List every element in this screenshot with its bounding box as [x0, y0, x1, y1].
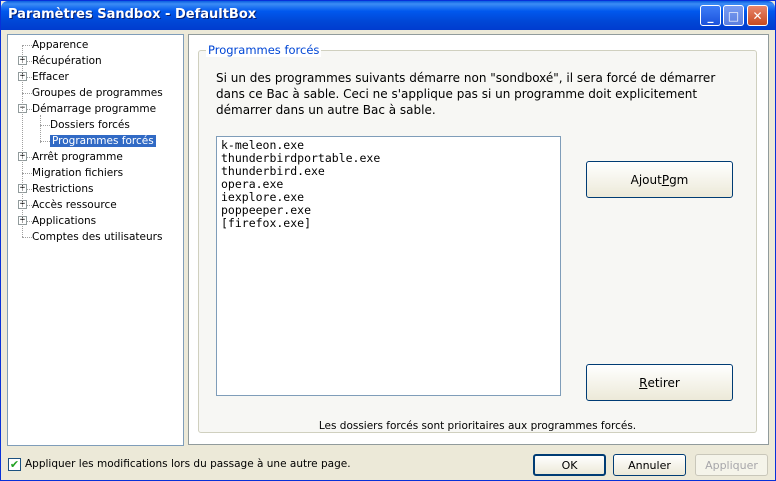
tree-item-label: Effacer — [32, 71, 69, 83]
tree-item[interactable]: Démarrage programme — [32, 101, 156, 117]
window-title: Paramètres Sandbox - DefaultBox — [8, 7, 257, 22]
tree-item-label: Dossiers forcés — [50, 119, 130, 131]
program-list[interactable]: k-meleon.exe thunderbirdportable.exe thund… — [216, 136, 561, 396]
apply-button[interactable]: Appliquer — [695, 454, 768, 476]
apply-on-switch-checkbox[interactable]: ✔ — [8, 458, 21, 471]
footnote-text: Les dossiers forcés sont prioritaires au… — [318, 420, 637, 432]
tree-item[interactable]: Groupes de programmes — [32, 85, 163, 101]
tree-item-label: Arrêt programme — [32, 151, 123, 163]
tree-item[interactable]: Migration fichiers — [32, 165, 123, 181]
cancel-button[interactable]: Annuler — [613, 454, 686, 476]
program-list-item[interactable]: [firefox.exe] — [221, 217, 556, 230]
title-bar[interactable]: Paramètres Sandbox - DefaultBox _ □ ✕ — [1, 1, 775, 30]
tree-connector — [22, 173, 32, 174]
settings-panel: Programmes forcés Si un des programmes s… — [188, 34, 769, 445]
tree-item-label: Apparence — [32, 39, 89, 51]
tree-item-label: Groupes de programmes — [32, 87, 163, 99]
tree-item-label: Récupération — [32, 55, 102, 67]
remove-program-button[interactable]: Retirer — [586, 364, 733, 401]
tree-item[interactable]: Apparence — [32, 37, 88, 53]
tree-item[interactable]: Applications — [32, 213, 96, 229]
forced-programs-group: Programmes forcés Si un des programmes s… — [198, 43, 757, 433]
tree-item-label: Restrictions — [32, 183, 94, 195]
tree-item[interactable]: Accès ressource — [32, 197, 117, 213]
tree-item[interactable]: Effacer — [32, 69, 69, 85]
tree-item-label: Applications — [32, 215, 97, 227]
tree-item-label: Démarrage programme — [32, 103, 157, 115]
tree-item[interactable]: Comptes des utilisateurs — [32, 229, 162, 245]
add-program-button[interactable]: Ajout Pgm — [586, 161, 733, 198]
tree-item-label: Programmes forcés — [50, 135, 156, 147]
settings-window: Paramètres Sandbox - DefaultBox _ □ ✕ Ap… — [0, 0, 776, 481]
close-button[interactable]: ✕ — [747, 5, 768, 26]
minimize-button[interactable]: _ — [700, 5, 721, 26]
tree-item-label: Migration fichiers — [32, 167, 124, 179]
tree-connector — [22, 93, 32, 94]
tree-item[interactable]: Récupération — [32, 53, 102, 69]
tree-connector — [40, 115, 41, 143]
tree-item[interactable]: Arrêt programme — [32, 149, 123, 165]
tree-item[interactable]: Dossiers forcés — [50, 117, 130, 133]
apply-on-switch-label[interactable]: Appliquer les modifications lors du pass… — [25, 458, 351, 470]
group-title: Programmes forcés — [206, 43, 322, 57]
tree-connector — [22, 237, 32, 238]
tree-item-label: Comptes des utilisateurs — [32, 231, 163, 243]
tree-item[interactable]: Restrictions — [32, 181, 93, 197]
description-text: Si un des programmes suivants démarre no… — [216, 71, 716, 117]
ok-button[interactable]: OK — [533, 454, 606, 476]
maximize-button[interactable]: □ — [723, 5, 744, 26]
tree-item-label: Accès ressource — [32, 199, 117, 211]
tree-item[interactable]: Programmes forcés — [50, 133, 156, 149]
tree-connector — [22, 45, 23, 237]
tree-connector — [22, 45, 32, 46]
settings-tree[interactable]: Apparence + Récupération + Effacer Groupes de… — [7, 34, 184, 446]
